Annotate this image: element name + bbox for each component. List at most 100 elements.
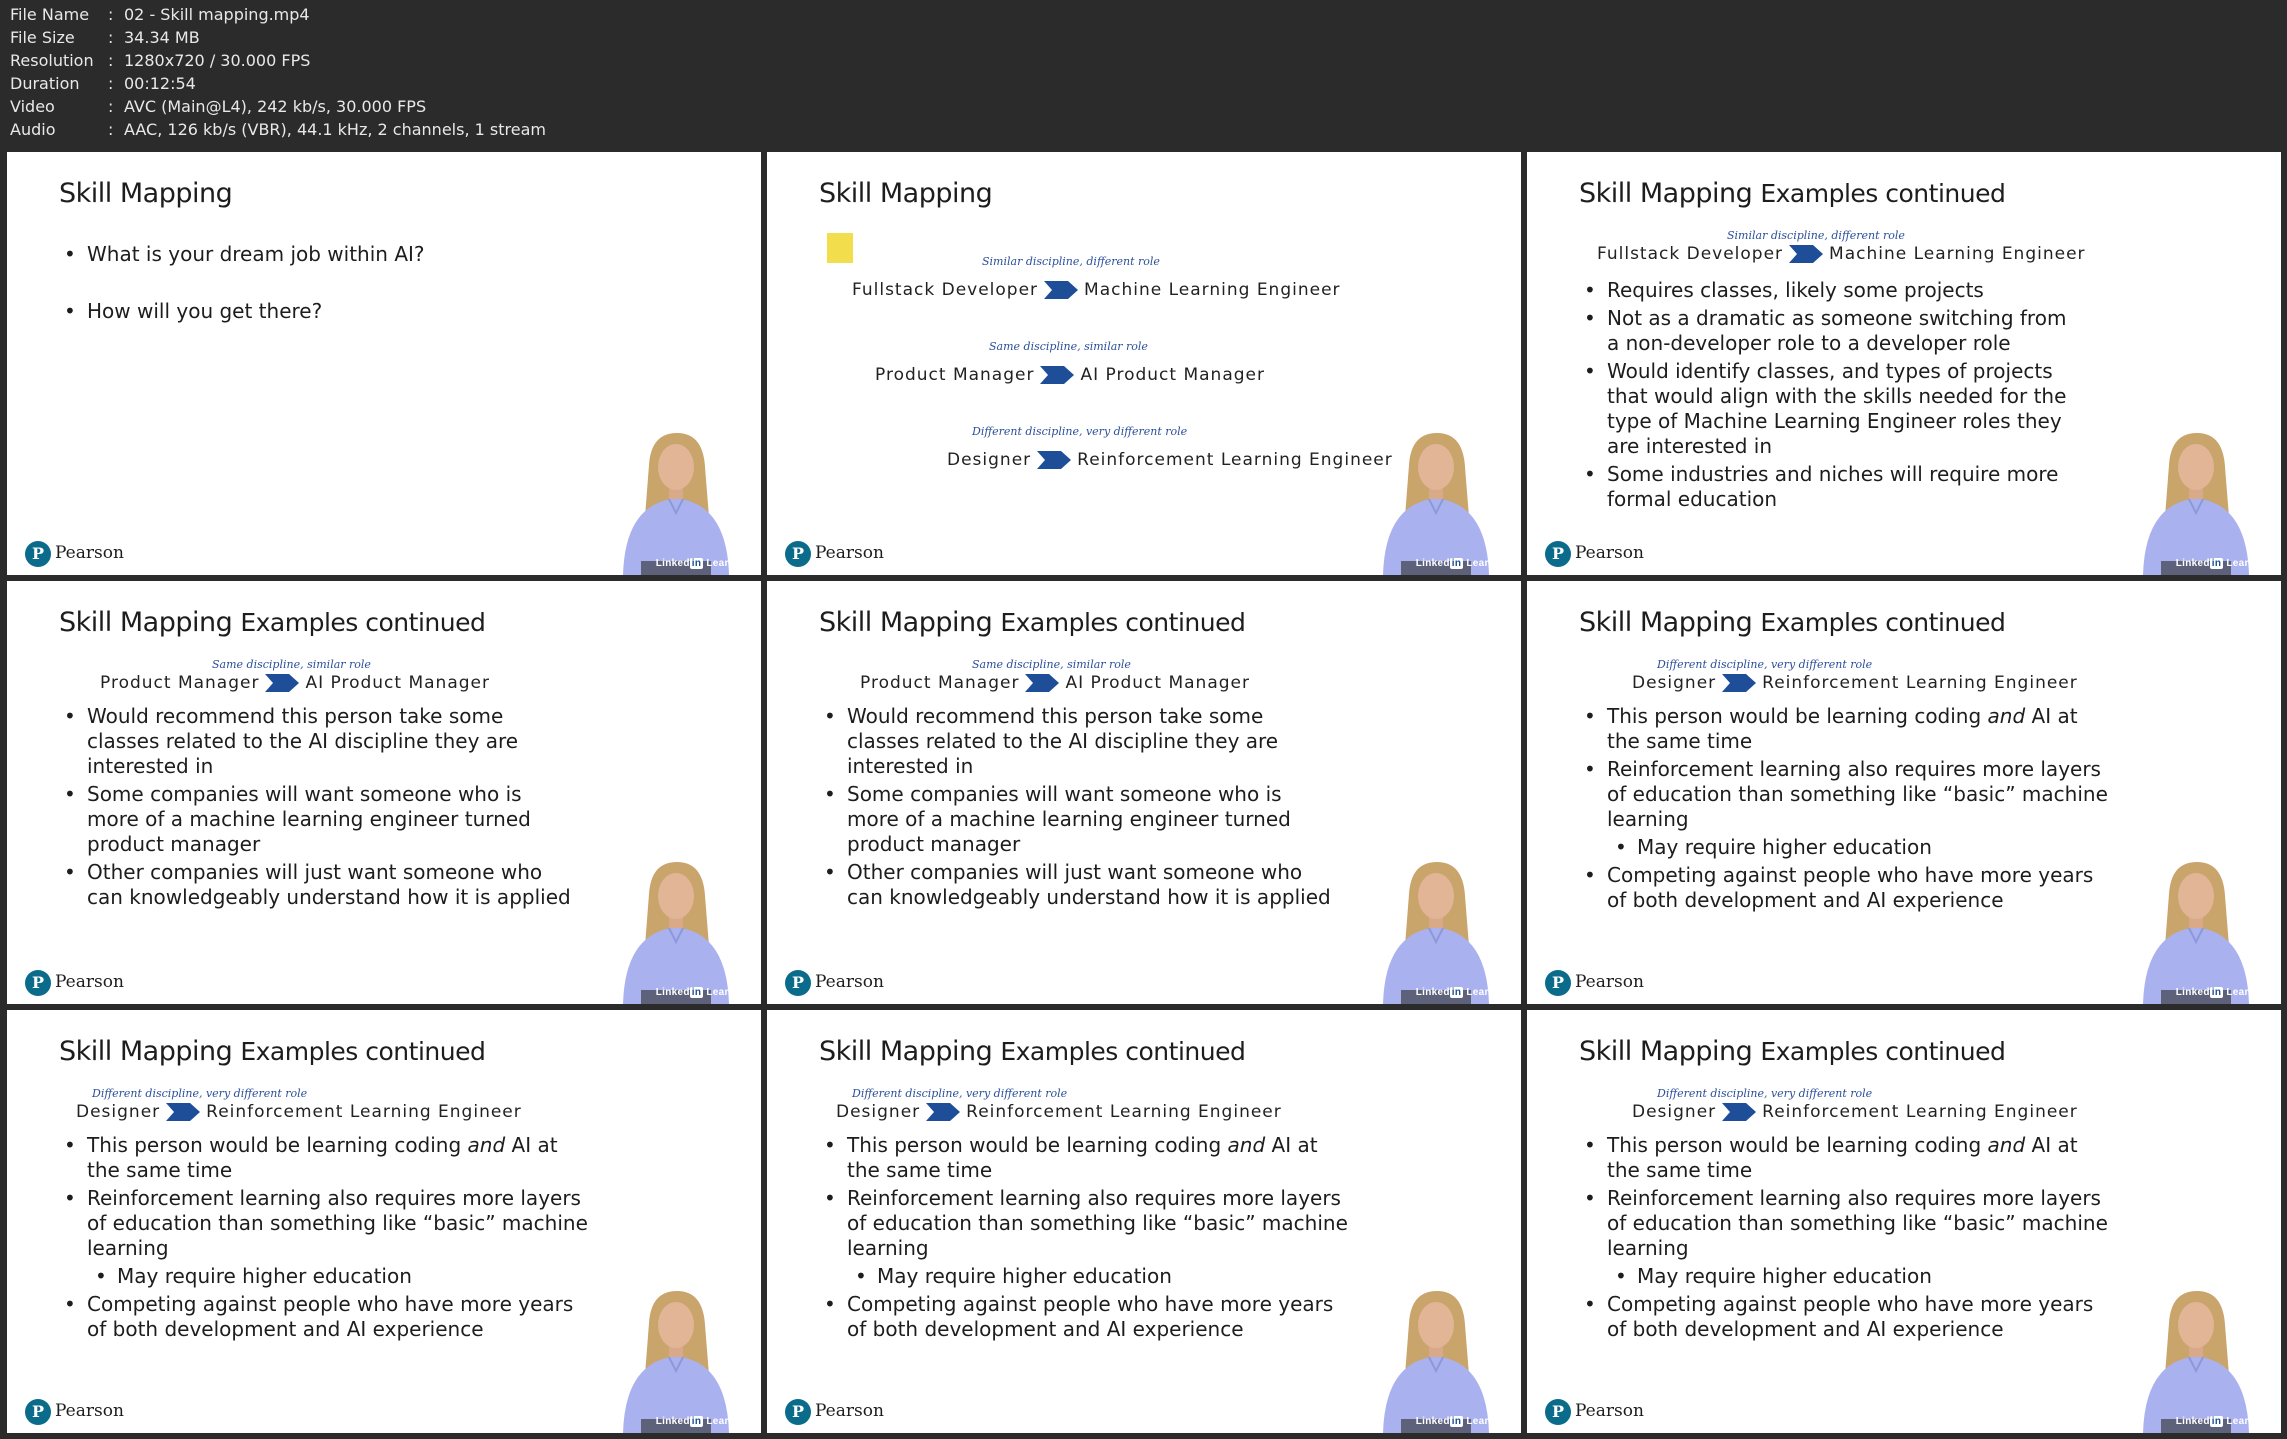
- presenter-figure: [2143, 1291, 2249, 1433]
- bullet-item: Not as a dramatic as someone switching f…: [1579, 306, 2079, 356]
- skill-map-row: Product Manager AI Product Manager: [875, 365, 1265, 385]
- skill-map-row: Fullstack Developer Machine Learning Engi…: [1597, 244, 2086, 264]
- presenter-figure: [623, 1291, 729, 1433]
- meta-row-file-size: File Size:34.34 MB: [10, 28, 200, 47]
- video-thumbnail[interactable]: Skill Mapping Examples continued Same di…: [7, 581, 761, 1004]
- meta-row-audio: Audio: AAC, 126 kb/s (VBR), 44.1 kHz, 2 c…: [10, 120, 546, 139]
- bullet-item: Reinforcement learning also requires mor…: [819, 1186, 1349, 1261]
- bullet-item: This person would be learning coding and…: [819, 1133, 1349, 1183]
- handwritten-note: Same discipline, similar role: [972, 658, 1131, 671]
- video-thumbnail[interactable]: Skill Mapping Examples continued Differe…: [767, 1010, 1521, 1433]
- linkedin-learning-logo: Linked in Learning: [1415, 987, 1511, 998]
- presenter-figure: [1383, 433, 1489, 575]
- linkedin-learning-logo: Linked in Learning: [2175, 1416, 2271, 1427]
- bullet-item: This person would be learning coding and…: [1579, 1133, 2109, 1183]
- bullet-list: Would recommend this person take some cl…: [59, 704, 579, 913]
- handwritten-note: Different discipline, very different rol…: [92, 1087, 308, 1100]
- video-thumbnail[interactable]: Skill Mapping Examples continued Differe…: [1527, 581, 2281, 1004]
- sub-bullet-item: May require higher education: [819, 1264, 1349, 1289]
- handwritten-note: Different discipline, very different rol…: [1657, 1087, 1873, 1100]
- bullet-item: Requires classes, likely some projects: [1579, 278, 2079, 303]
- thumbnail-grid: Skill Mapping What is your dream job wit…: [0, 150, 2287, 1439]
- meta-value: 02 - Skill mapping.mp4: [124, 5, 310, 24]
- presenter-video: [611, 425, 741, 575]
- video-thumbnail[interactable]: Skill Mapping Examples continued Differe…: [7, 1010, 761, 1433]
- presenter-figure: [1383, 862, 1489, 1004]
- handwritten-note: Same discipline, similar role: [212, 658, 371, 671]
- skill-map-row: Designer Reinforcement Learning Engineer: [1632, 1102, 2078, 1122]
- bullet-list: This person would be learning coding and…: [819, 1133, 1349, 1345]
- sub-bullet-item: May require higher education: [1579, 835, 2109, 860]
- chevron-arrow-icon: [1037, 451, 1072, 469]
- presenter-figure: [1383, 1291, 1489, 1433]
- bullet-item: Would recommend this person take some cl…: [59, 704, 579, 779]
- presenter-video: [2131, 854, 2261, 1004]
- bullet-list: This person would be learning coding and…: [1579, 704, 2109, 916]
- sub-bullet-item: May require higher education: [1579, 1264, 2109, 1289]
- meta-value: 00:12:54: [124, 74, 196, 93]
- video-thumbnail[interactable]: Skill Mapping What is your dream job wit…: [7, 152, 761, 575]
- skill-map-row: Designer Reinforcement Learning Engineer: [76, 1102, 522, 1122]
- file-metadata-header: File Name:02 - Skill mapping.mp4 File Si…: [0, 0, 2287, 150]
- video-thumbnail[interactable]: Skill Mapping Examples continued Same di…: [767, 581, 1521, 1004]
- bullet-list: What is your dream job within AI? How wi…: [59, 242, 599, 327]
- skill-map-row: Product Manager AI Product Manager: [100, 673, 490, 693]
- slide-title: Skill Mapping Examples continued: [59, 607, 486, 638]
- bullet-item: Reinforcement learning also requires mor…: [1579, 1186, 2109, 1261]
- bullet-item: Some companies will want someone who is …: [819, 782, 1339, 857]
- linkedin-learning-logo: Linked in Learning: [2175, 558, 2271, 569]
- presenter-video: [611, 854, 741, 1004]
- slide-title: Skill Mapping Examples continued: [819, 1036, 1246, 1067]
- bullet-item: Competing against people who have more y…: [1579, 1292, 2109, 1342]
- slide-title: Skill Mapping: [59, 178, 233, 209]
- linkedin-learning-logo: Linked in Learning: [1415, 558, 1511, 569]
- bullet-list: Would recommend this person take some cl…: [819, 704, 1339, 913]
- video-thumbnail[interactable]: Skill Mapping Similar discipline, differ…: [767, 152, 1521, 575]
- chevron-arrow-icon: [1789, 245, 1824, 263]
- meta-value: AAC, 126 kb/s (VBR), 44.1 kHz, 2 channel…: [124, 120, 546, 139]
- skill-map-row: Product Manager AI Product Manager: [860, 673, 1250, 693]
- skill-map-row: Fullstack Developer Machine Learning Engi…: [852, 280, 1341, 300]
- meta-row-resolution: Resolution:1280x720 / 30.000 FPS: [10, 51, 311, 70]
- linkedin-learning-logo: Linked in Learning: [655, 1416, 751, 1427]
- chevron-arrow-icon: [1044, 281, 1079, 299]
- bullet-item: What is your dream job within AI?: [59, 242, 599, 267]
- presenter-video: [1371, 1283, 1501, 1433]
- bullet-item: Competing against people who have more y…: [1579, 863, 2109, 913]
- slide-title: Skill Mapping Examples continued: [1579, 178, 2006, 209]
- chevron-arrow-icon: [166, 1103, 201, 1121]
- bullet-item: Some companies will want someone who is …: [59, 782, 579, 857]
- bullet-item: Reinforcement learning also requires mor…: [1579, 757, 2109, 832]
- bullet-item: How will you get there?: [59, 299, 599, 324]
- presenter-video: [2131, 425, 2261, 575]
- slide-title: Skill Mapping Examples continued: [1579, 607, 2006, 638]
- video-thumbnail[interactable]: Skill Mapping Examples continued Differe…: [1527, 1010, 2281, 1433]
- slide-title: Skill Mapping Examples continued: [59, 1036, 486, 1067]
- bullet-list: This person would be learning coding and…: [1579, 1133, 2109, 1345]
- sticky-note: [827, 233, 853, 263]
- skill-map-row: Designer Reinforcement Learning Engineer: [836, 1102, 1282, 1122]
- chevron-arrow-icon: [265, 674, 300, 692]
- skill-map-row: Designer Reinforcement Learning Engineer: [947, 450, 1393, 470]
- bullet-item: Reinforcement learning also requires mor…: [59, 1186, 589, 1261]
- slide-title: Skill Mapping Examples continued: [819, 607, 1246, 638]
- chevron-arrow-icon: [1722, 674, 1757, 692]
- meta-row-file-name: File Name:02 - Skill mapping.mp4: [10, 5, 310, 24]
- chevron-arrow-icon: [1722, 1103, 1757, 1121]
- bullet-item: Competing against people who have more y…: [59, 1292, 589, 1342]
- presenter-video: [2131, 1283, 2261, 1433]
- presenter-figure: [2143, 433, 2249, 575]
- handwritten-note: Different discipline, very different rol…: [852, 1087, 1068, 1100]
- linkedin-learning-logo: Linked in Learning: [2175, 987, 2271, 998]
- presenter-video: [611, 1283, 741, 1433]
- skill-map-row: Designer Reinforcement Learning Engineer: [1632, 673, 2078, 693]
- bullet-item: Other companies will just want someone w…: [59, 860, 579, 910]
- meta-row-video: Video: AVC (Main@L4), 242 kb/s, 30.000 FP…: [10, 97, 427, 116]
- handwritten-note: Similar discipline, different role: [982, 255, 1160, 268]
- presenter-figure: [623, 433, 729, 575]
- handwritten-note: Different discipline, very different rol…: [972, 425, 1188, 438]
- linkedin-learning-logo: Linked in Learning: [1415, 1416, 1511, 1427]
- chevron-arrow-icon: [1025, 674, 1060, 692]
- handwritten-note: Different discipline, very different rol…: [1657, 658, 1873, 671]
- video-thumbnail[interactable]: Skill Mapping Examples continued Similar…: [1527, 152, 2281, 575]
